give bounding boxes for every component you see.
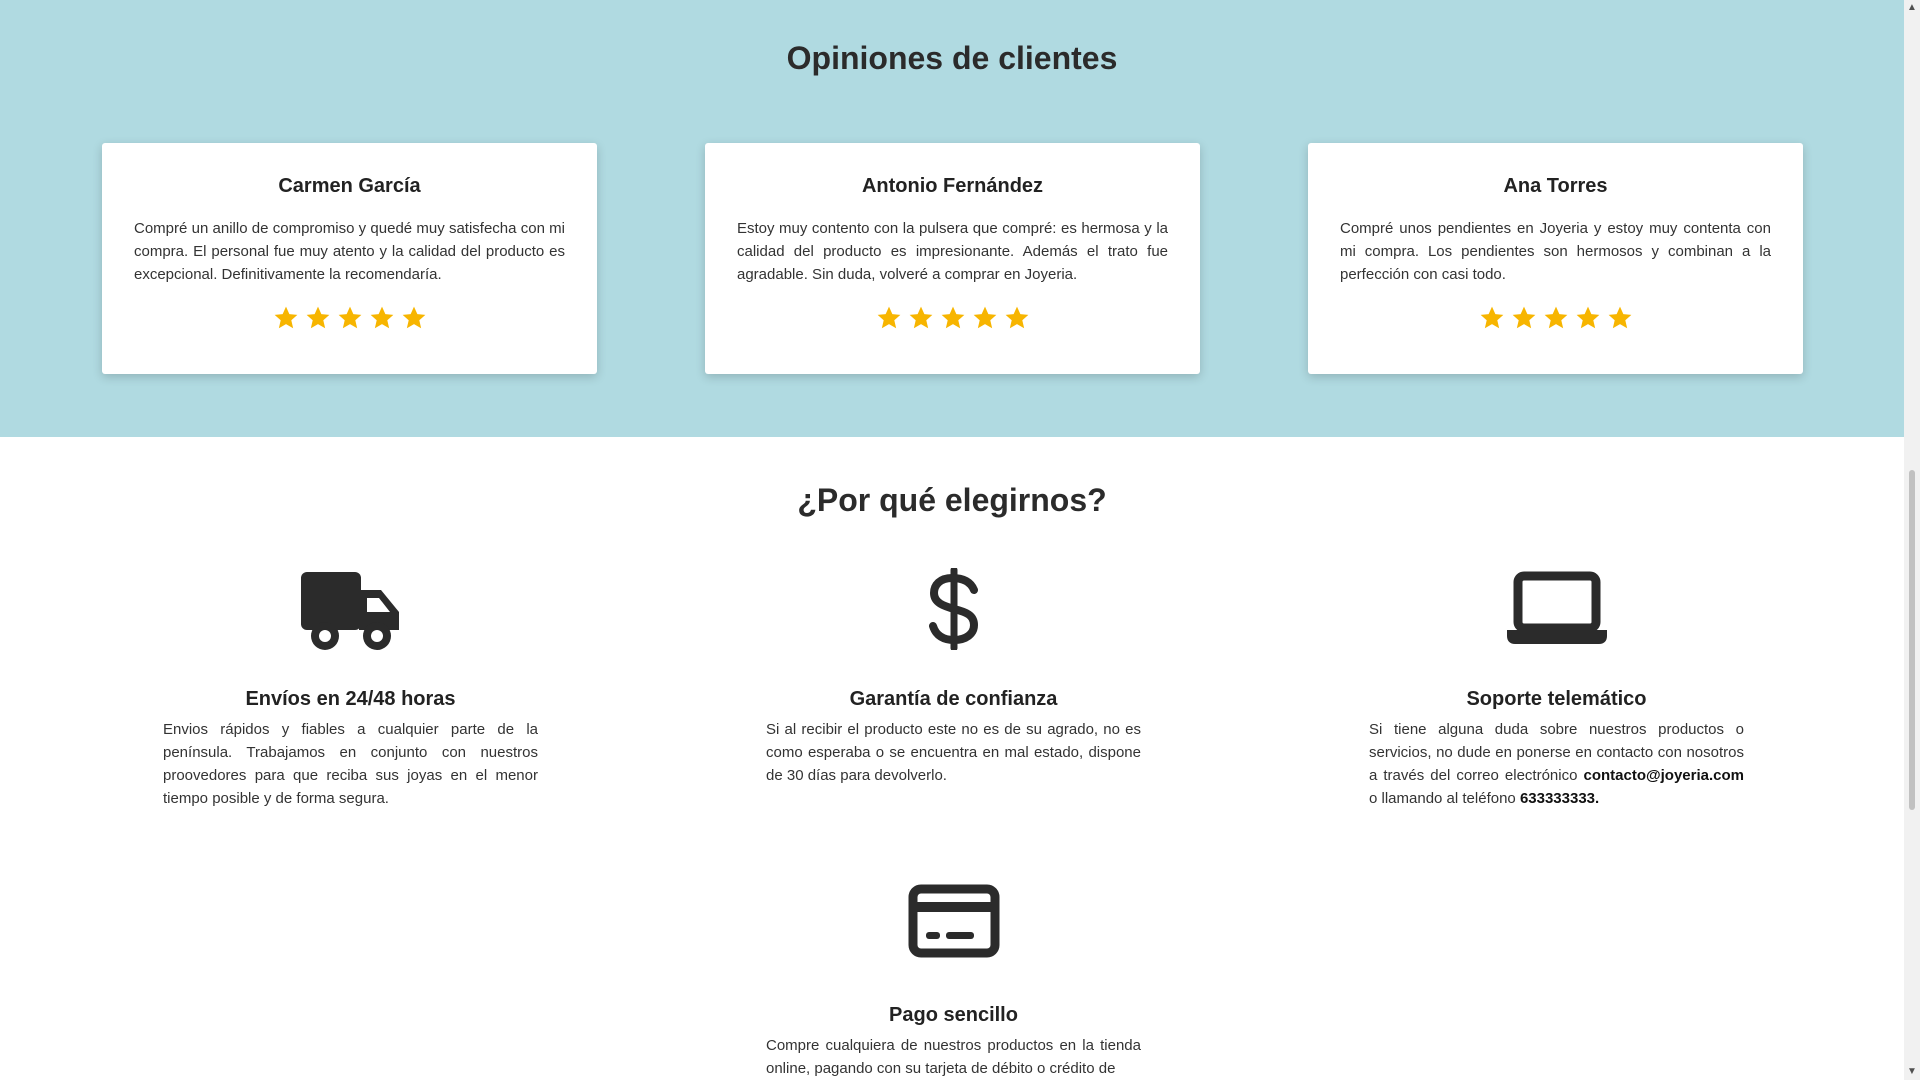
star-icon: [940, 305, 966, 331]
scroll-up-arrow-icon[interactable]: ▲: [1904, 0, 1920, 16]
feature-support: Soporte telemático Si tiene alguna duda …: [1369, 568, 1744, 810]
star-icon: [1543, 305, 1569, 331]
credit-card-icon: [908, 884, 999, 958]
star-icon: [369, 305, 395, 331]
feature-guarantee: Garantía de confianza Si al recibir el p…: [766, 568, 1141, 787]
scroll-down-arrow-icon[interactable]: ▼: [1904, 1064, 1920, 1080]
page-scrollbar[interactable]: ▲ ▼: [1904, 0, 1920, 1080]
star-icon: [1004, 305, 1030, 331]
why-us-title: ¿Por qué elegirnos?: [797, 482, 1107, 518]
star-icon: [305, 305, 331, 331]
star-icon: [1479, 305, 1505, 331]
feature-text: Envios rápidos y fiables a cualquier par…: [163, 721, 538, 807]
review-card: Carmen García Compré un anillo de compro…: [102, 143, 597, 374]
feature-text: Si al recibir el producto este no es de …: [766, 721, 1141, 784]
reviewer-name: Carmen García: [278, 175, 421, 197]
scrollbar-thumb[interactable]: [1909, 470, 1915, 810]
star-rating: [737, 305, 1168, 331]
feature-title: Garantía de confianza: [849, 688, 1058, 710]
feature-title: Soporte telemático: [1466, 688, 1647, 710]
star-icon: [1607, 305, 1633, 331]
star-rating: [1340, 305, 1771, 331]
feature-text: Si tiene alguna duda sobre nuestros prod…: [1369, 718, 1744, 810]
star-icon: [273, 305, 299, 331]
star-icon: [972, 305, 998, 331]
review-text: Compré un anillo de compromiso y quedé m…: [134, 220, 565, 283]
feature-title: Pago sencillo: [889, 1004, 1018, 1026]
support-text-phone-intro: o llamando al teléfono: [1369, 790, 1520, 807]
feature-shipping: Envíos en 24/48 horas Envios rápidos y f…: [163, 568, 538, 810]
review-card: Antonio Fernández Estoy muy contento con…: [705, 143, 1200, 374]
dollar-icon: [928, 568, 978, 650]
star-rating: [134, 305, 565, 331]
star-icon: [337, 305, 363, 331]
reviewer-name: Ana Torres: [1503, 175, 1608, 197]
laptop-icon: [1506, 571, 1607, 644]
review-text: Compré unos pendientes en Joyeria y esto…: [1340, 220, 1771, 283]
feature-text: Compre cualquiera de nuestros productos …: [766, 1037, 1141, 1077]
star-icon: [876, 305, 902, 331]
support-email: contacto@joyeria.com: [1583, 767, 1744, 784]
review-card: Ana Torres Compré unos pendientes en Joy…: [1308, 143, 1803, 374]
reviews-title: Opiniones de clientes: [786, 40, 1118, 76]
feature-payment: Pago sencillo Compre cualquiera de nuest…: [766, 884, 1141, 1080]
star-icon: [1511, 305, 1537, 331]
star-icon: [908, 305, 934, 331]
star-icon: [401, 305, 427, 331]
star-icon: [1575, 305, 1601, 331]
support-phone: 633333333.: [1519, 790, 1600, 807]
feature-title: Envíos en 24/48 horas: [245, 688, 456, 710]
review-text: Estoy muy contento con la pulsera que co…: [737, 220, 1168, 283]
truck-icon: [300, 572, 399, 650]
reviews-section: Opiniones de clientes Carmen García Comp…: [0, 0, 1904, 437]
page: Opiniones de clientes Carmen García Comp…: [0, 0, 1904, 1080]
reviewer-name: Antonio Fernández: [861, 175, 1044, 197]
